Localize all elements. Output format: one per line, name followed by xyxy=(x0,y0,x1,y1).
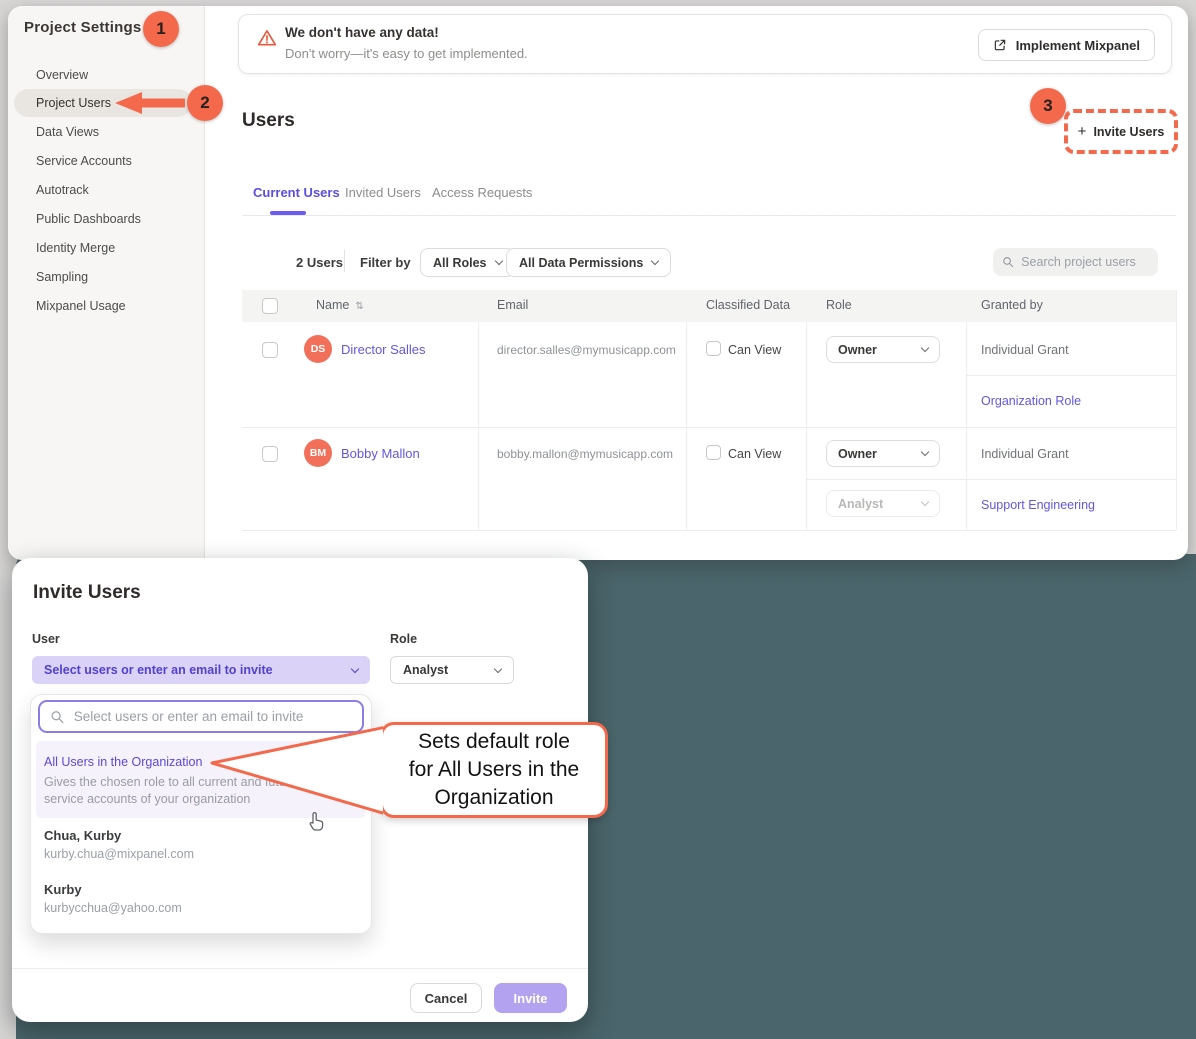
option-user-email: kurbycchua@yahoo.com xyxy=(44,901,182,915)
sidebar-item-data-views[interactable]: Data Views xyxy=(14,118,192,146)
column-divider xyxy=(806,322,807,530)
sidebar-item-autotrack[interactable]: Autotrack xyxy=(14,176,192,204)
sidebar-item-public-dashboards[interactable]: Public Dashboards xyxy=(14,205,192,233)
toolbar-divider xyxy=(344,250,345,272)
row-divider xyxy=(242,427,1176,428)
sidebar-item-sampling[interactable]: Sampling xyxy=(14,263,192,291)
can-view-label: Can View xyxy=(728,343,781,357)
option-user[interactable]: Chua, Kurby xyxy=(44,828,121,843)
tab-current-users[interactable]: Current Users xyxy=(253,185,340,200)
sidebar-item-service-accounts[interactable]: Service Accounts xyxy=(14,147,192,175)
option-user-email: kurby.chua@mixpanel.com xyxy=(44,847,194,861)
invite-users-button[interactable]: + Invite Users xyxy=(1078,123,1165,140)
search-icon xyxy=(1002,255,1014,269)
callout-bubble: Sets default role for All Users in the O… xyxy=(380,722,608,818)
column-header-role: Role xyxy=(826,298,852,312)
plus-icon: + xyxy=(1078,123,1087,140)
column-header-granted-by: Granted by xyxy=(981,298,1043,312)
chevron-down-icon xyxy=(651,257,659,265)
tab-invited-users[interactable]: Invited Users xyxy=(345,185,421,200)
cancel-button[interactable]: Cancel xyxy=(410,983,482,1013)
can-view-checkbox[interactable] xyxy=(706,341,721,356)
hand-cursor-icon xyxy=(306,810,326,832)
role-field-label: Role xyxy=(390,632,417,646)
banner-subtitle: Don't worry—it's easy to get implemented… xyxy=(285,46,528,61)
sub-row-divider xyxy=(966,375,1176,376)
data-permissions-filter-dropdown[interactable]: All Data Permissions xyxy=(506,248,671,277)
user-email: bobby.mallon@mymusicapp.com xyxy=(497,447,673,461)
project-users-search[interactable] xyxy=(993,248,1158,276)
tab-access-requests[interactable]: Access Requests xyxy=(432,185,532,200)
table-bottom-border xyxy=(242,530,1176,531)
avatar: BM xyxy=(304,439,332,467)
invite-button[interactable]: Invite xyxy=(494,983,567,1013)
invite-users-highlight-box: + Invite Users xyxy=(1064,109,1178,154)
granted-by-link[interactable]: Support Engineering xyxy=(981,498,1095,512)
warning-icon xyxy=(257,28,277,48)
tabs-divider xyxy=(242,215,1176,216)
sub-row-divider xyxy=(806,479,1176,480)
external-link-icon xyxy=(993,38,1007,52)
sort-icon[interactable]: ⇅ xyxy=(355,301,363,312)
user-field-label: User xyxy=(32,632,60,646)
dialog-footer-divider xyxy=(12,968,588,969)
user-name-link[interactable]: Director Salles xyxy=(341,342,426,357)
sidebar-item-identity-merge[interactable]: Identity Merge xyxy=(14,234,192,262)
role-dropdown[interactable]: Owner xyxy=(826,336,940,363)
table-right-border xyxy=(1176,290,1177,530)
chevron-down-icon xyxy=(921,448,929,456)
column-divider xyxy=(966,322,967,530)
granted-by-link[interactable]: Organization Role xyxy=(981,394,1081,408)
sidebar-item-overview[interactable]: Overview xyxy=(14,61,192,89)
implement-mixpanel-button[interactable]: Implement Mixpanel xyxy=(978,29,1155,61)
step-3-badge: 3 xyxy=(1030,88,1066,124)
user-count: 2 Users xyxy=(296,255,343,270)
chevron-down-icon xyxy=(921,344,929,352)
roles-filter-dropdown[interactable]: All Roles xyxy=(420,248,515,277)
no-data-banner: We don't have any data! Don't worry—it's… xyxy=(238,14,1172,74)
role-select-dropdown[interactable]: Analyst xyxy=(390,656,514,684)
filter-by-label: Filter by xyxy=(360,255,411,270)
column-divider xyxy=(686,322,687,530)
can-view-label: Can View xyxy=(728,447,781,461)
role-dropdown-disabled: Analyst xyxy=(826,490,940,517)
column-header-name[interactable]: Name⇅ xyxy=(316,298,364,312)
user-email: director.salles@mymusicapp.com xyxy=(497,343,676,357)
user-select-dropdown[interactable]: Select users or enter an email to invite xyxy=(32,656,370,684)
granted-by-value: Individual Grant xyxy=(981,343,1069,357)
callout-tail xyxy=(205,718,383,822)
step-2-badge: 2 xyxy=(187,85,223,121)
dialog-title: Invite Users xyxy=(33,582,141,604)
column-header-email: Email xyxy=(497,298,528,312)
chevron-down-icon xyxy=(351,664,359,672)
chevron-down-icon xyxy=(494,664,502,672)
option-user[interactable]: Kurby xyxy=(44,882,82,897)
sidebar-title: Project Settings xyxy=(24,19,141,36)
chevron-down-icon xyxy=(494,257,502,265)
banner-title: We don't have any data! xyxy=(285,25,439,40)
can-view-checkbox[interactable] xyxy=(706,445,721,460)
column-header-classified-data: Classified Data xyxy=(706,298,790,312)
avatar: DS xyxy=(304,335,332,363)
user-name-link[interactable]: Bobby Mallon xyxy=(341,446,420,461)
role-dropdown[interactable]: Owner xyxy=(826,440,940,467)
granted-by-value: Individual Grant xyxy=(981,447,1069,461)
search-icon xyxy=(50,709,65,725)
row-checkbox[interactable] xyxy=(262,446,278,462)
select-all-checkbox[interactable] xyxy=(262,298,278,314)
annotated-screenshot-canvas: Project Settings Overview Project Users … xyxy=(0,0,1196,1039)
column-divider xyxy=(478,322,479,530)
sidebar-item-mixpanel-usage[interactable]: Mixpanel Usage xyxy=(14,292,192,320)
step-1-badge: 1 xyxy=(143,11,179,47)
row-checkbox[interactable] xyxy=(262,342,278,358)
chevron-down-icon xyxy=(921,498,929,506)
option-all-users[interactable]: All Users in the Organization xyxy=(44,755,202,769)
page-title: Users xyxy=(242,110,295,132)
annotation-arrow-icon xyxy=(112,90,187,116)
search-input[interactable] xyxy=(1021,255,1149,269)
